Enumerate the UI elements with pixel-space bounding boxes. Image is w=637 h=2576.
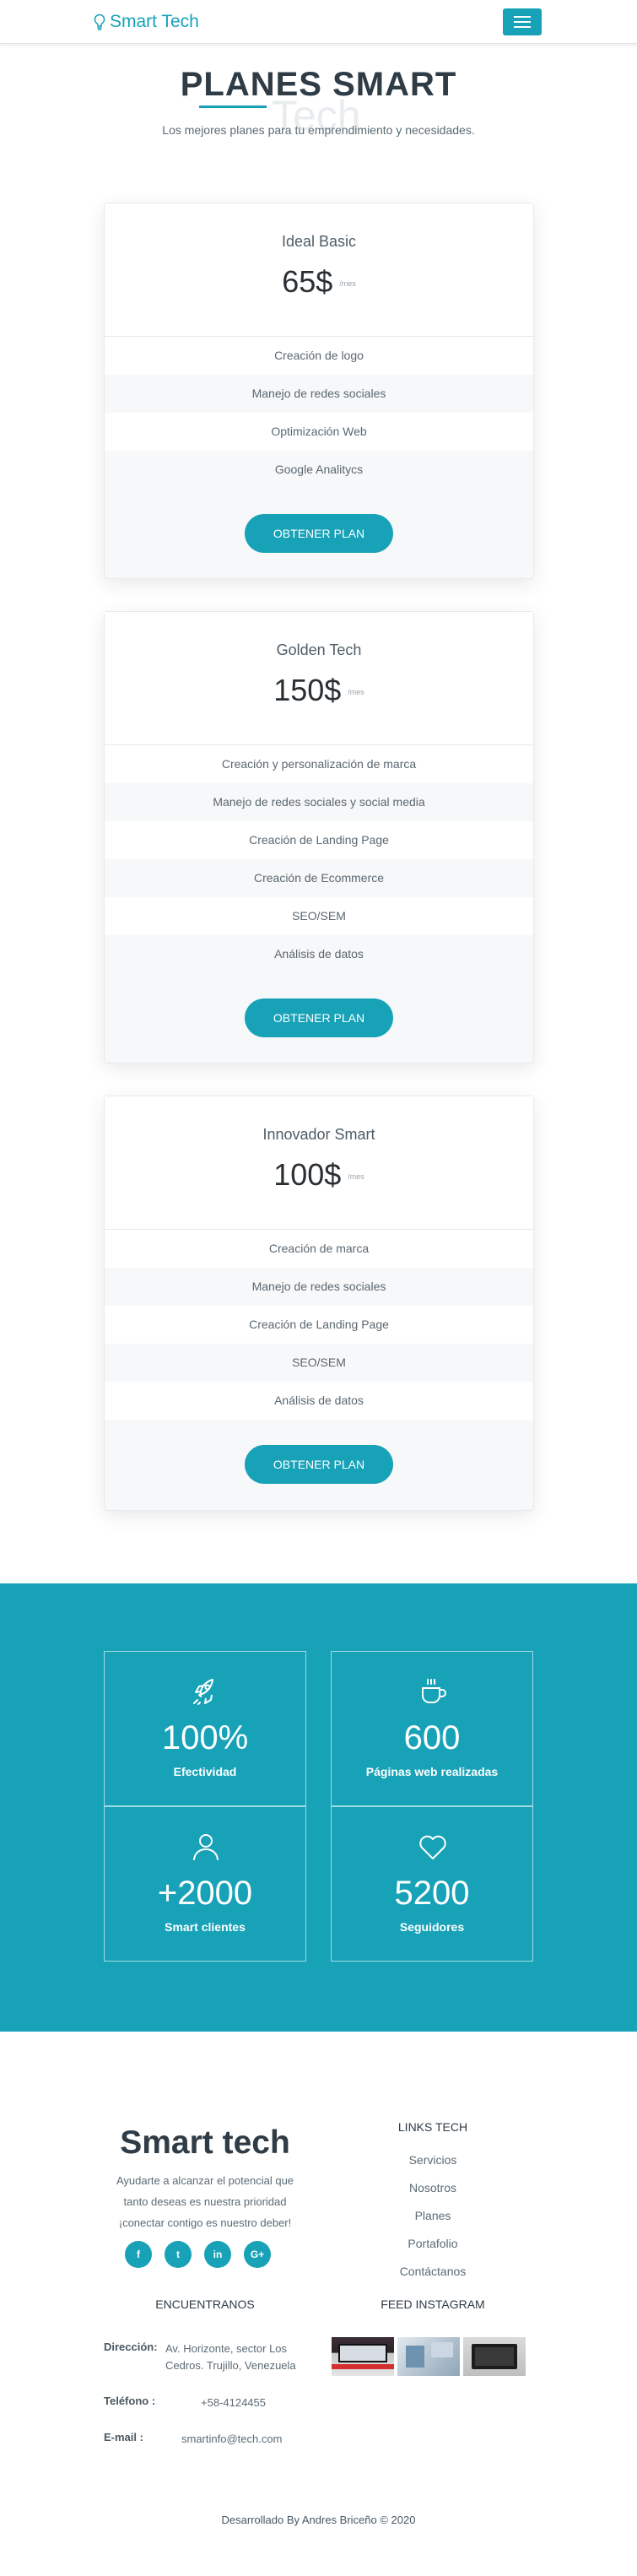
- footer-description: Ayudarte a alcanzar el potencial que tan…: [116, 2174, 294, 2229]
- plan-card-ideal-basic: Ideal Basic 65$ /mes Creación de logo Man…: [104, 203, 534, 579]
- lightbulb-icon: [94, 14, 105, 30]
- footer-links: Servicios Nosotros Planes Portafolio Con…: [332, 2153, 534, 2292]
- footer-link-contact[interactable]: Contáctanos: [332, 2265, 534, 2292]
- stat-label: Efectividad: [173, 1765, 237, 1778]
- plan-card-golden-tech: Golden Tech 150$ /mes Creación y personal…: [104, 611, 534, 1063]
- plan-feature: Optimización Web: [105, 413, 533, 451]
- instagram-photo[interactable]: [332, 2337, 394, 2376]
- links-title: LINKS TECH: [397, 2120, 468, 2134]
- phone-value: +58-4124455: [201, 2396, 266, 2409]
- stat-label: Seguidores: [399, 1920, 465, 1934]
- plan-price: 150$ /mes: [105, 673, 533, 708]
- find-us-title: ENCUENTRANOS: [155, 2297, 255, 2311]
- contact-phone: Teléfono : +58-4124455: [104, 2395, 315, 2411]
- plan-card-header: Innovador Smart 100$ /mes: [105, 1096, 533, 1230]
- get-plan-button[interactable]: OBTENER PLAN: [245, 1445, 393, 1484]
- hamburger-icon: [514, 16, 531, 18]
- stat-value: 5200: [394, 1875, 470, 1912]
- coffee-icon: [422, 1679, 446, 1703]
- brand-link[interactable]: Smart Tech: [93, 12, 199, 32]
- brand-name: Smart Tech: [110, 12, 199, 31]
- email-label: E-mail :: [104, 2431, 143, 2443]
- page-title: PLANES SMART: [180, 66, 457, 103]
- plan-period: /mes: [348, 688, 364, 697]
- plan-price-value: 100$: [273, 1157, 342, 1192]
- facebook-icon[interactable]: f: [125, 2241, 152, 2268]
- plan-price: 65$ /mes: [105, 264, 533, 300]
- stat-value: +2000: [157, 1875, 253, 1912]
- get-plan-button[interactable]: OBTENER PLAN: [245, 514, 393, 553]
- stats-section: 100% Efectividad 600 Páginas web realiza…: [0, 1583, 637, 2032]
- plan-period: /mes: [339, 279, 356, 289]
- twitter-icon[interactable]: t: [165, 2241, 192, 2268]
- plan-name: Innovador Smart: [262, 1126, 375, 1143]
- plan-feature: Creación de marca: [105, 1230, 533, 1268]
- plan-feature: Creación de Landing Page: [105, 1306, 533, 1344]
- address-value: Av. Horizonte, sector Los Cedros. Trujil…: [165, 2342, 296, 2372]
- plan-feature: SEO/SEM: [105, 1344, 533, 1382]
- plan-feature: Manejo de redes sociales y social media: [105, 783, 533, 821]
- stat-value: 100%: [161, 1719, 249, 1756]
- plan-name: Golden Tech: [276, 641, 362, 658]
- plan-feature: Creación de Landing Page: [105, 821, 533, 859]
- instagram-photo[interactable]: [463, 2337, 526, 2376]
- user-icon: [193, 1834, 219, 1860]
- stat-label: Páginas web realizadas: [365, 1765, 499, 1778]
- plan-period: /mes: [348, 1172, 364, 1182]
- title-underline: [199, 106, 267, 108]
- plan-feature: SEO/SEM: [105, 897, 533, 935]
- email-value[interactable]: smartinfo@tech.com: [181, 2431, 350, 2448]
- footer-brand: Smart tech: [120, 2124, 290, 2161]
- phone-label: Teléfono :: [104, 2395, 156, 2407]
- plan-price-value: 150$: [273, 673, 342, 707]
- plan-feature: Análisis de datos: [105, 935, 533, 973]
- plan-card-innovador-smart: Innovador Smart 100$ /mes Creación de mar…: [104, 1096, 534, 1511]
- stat-card-effectiveness: 100% Efectividad: [104, 1651, 306, 1806]
- plan-price: 100$ /mes: [105, 1157, 533, 1193]
- stat-card-clients: +2000 Smart clientes: [104, 1806, 306, 1962]
- plan-feature: Creación de logo: [105, 337, 533, 375]
- stat-card-websites: 600 Páginas web realizadas: [331, 1651, 533, 1806]
- plan-price-value: 65$: [282, 264, 333, 299]
- plan-feature: Creación de Ecommerce: [105, 859, 533, 897]
- rocket-icon: [193, 1679, 213, 1705]
- get-plan-button[interactable]: OBTENER PLAN: [245, 998, 393, 1037]
- footer-link-plans[interactable]: Planes: [332, 2209, 534, 2237]
- stat-value: 600: [403, 1719, 461, 1756]
- address-label: Dirección:: [104, 2341, 158, 2353]
- stat-label: Smart clientes: [165, 1920, 246, 1934]
- instagram-photo[interactable]: [397, 2337, 460, 2376]
- footer-link-services[interactable]: Servicios: [332, 2153, 534, 2181]
- plan-card-header: Golden Tech 150$ /mes: [105, 612, 533, 745]
- contact-email: E-mail : smartinfo@tech.com: [104, 2431, 315, 2448]
- google-plus-icon[interactable]: G+: [244, 2241, 271, 2268]
- footer-link-portfolio[interactable]: Portafolio: [332, 2237, 534, 2265]
- plan-feature: Análisis de datos: [105, 1382, 533, 1420]
- plans-header: PLANES SMART Tech: [0, 66, 637, 139]
- navbar: Smart Tech: [0, 0, 637, 44]
- plan-feature: Creación y personalización de marca: [105, 745, 533, 783]
- plan-feature: Manejo de redes sociales: [105, 375, 533, 413]
- plan-name: Ideal Basic: [281, 233, 357, 250]
- plan-feature: Manejo de redes sociales: [105, 1268, 533, 1306]
- footer-link-about[interactable]: Nosotros: [332, 2181, 534, 2209]
- contact-address: Dirección: Av. Horizonte, sector Los Ced…: [104, 2341, 315, 2378]
- page-subtitle: Los mejores planes para tu emprendimient…: [162, 123, 475, 137]
- plan-card-header: Ideal Basic 65$ /mes: [105, 203, 533, 337]
- social-links: f t in G+: [125, 2241, 271, 2268]
- instagram-title: FEED INSTAGRAM: [381, 2297, 485, 2311]
- plan-feature: Google Analitycs: [105, 451, 533, 489]
- heart-icon: [419, 1835, 446, 1859]
- stat-card-followers: 5200 Seguidores: [331, 1806, 533, 1962]
- linkedin-icon[interactable]: in: [204, 2241, 231, 2268]
- menu-toggle-button[interactable]: [503, 8, 542, 35]
- instagram-feed: [332, 2337, 526, 2376]
- footer-credit: Desarrollado By Andres Briceño © 2020: [221, 2514, 416, 2526]
